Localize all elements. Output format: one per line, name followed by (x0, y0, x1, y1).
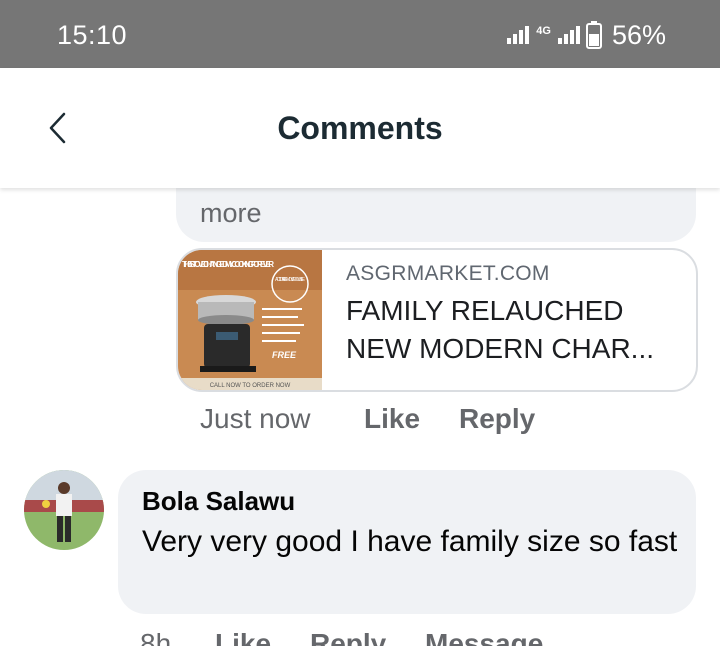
thumb-bottom-banner: CALL NOW TO ORDER NOW (210, 383, 291, 389)
link-title-line-1: FAMILY RELAUCHED (346, 295, 624, 326)
battery-percent: 56% (611, 19, 666, 50)
previous-comment-actions: Just now Like Reply (0, 403, 720, 443)
comments-list[interactable]: more THIS STOVE CHANGED MY COOKING FOREV… (0, 188, 720, 646)
status-time: 15:10 (57, 20, 128, 50)
previous-comment-bubble: more (176, 188, 696, 242)
stove-product-image: THIS STOVE CHANGED MY COOKING FOREVER AC… (178, 250, 322, 390)
see-more-link[interactable]: more (200, 198, 262, 229)
signal-4g-icon (557, 26, 580, 44)
comment-time: 8h (140, 628, 172, 646)
link-domain: ASGRMARKET.COM (346, 262, 550, 285)
network-type-label: 4G (536, 25, 551, 37)
battery-icon (585, 21, 602, 49)
thumb-caption: THIS STOVE CHANGED MY COOKING FOREVER (182, 260, 274, 269)
link-thumbnail: THIS STOVE CHANGED MY COOKING FOREVER AC… (178, 250, 322, 390)
thumb-free-label: FREE (272, 350, 297, 360)
reply-button[interactable]: Reply (310, 628, 386, 646)
thumb-badge: ACTION! REMOVE DOUBLE (275, 277, 306, 283)
status-indicators: 4G 56% (507, 18, 666, 52)
comment-author[interactable]: Bola Salawu (142, 486, 295, 517)
message-button[interactable]: Message (425, 628, 543, 646)
comment-timestamp: Just now (200, 403, 311, 434)
like-button[interactable]: Like (215, 628, 271, 646)
signal-icon (507, 26, 530, 44)
like-button[interactable]: Like (364, 403, 420, 435)
page-title: Comments (277, 110, 443, 146)
reply-button[interactable]: Reply (459, 403, 535, 435)
link-title-line-2: NEW MODERN CHAR... (346, 333, 654, 364)
comment-actions: 8h Like Reply Message (0, 628, 720, 646)
comment-text: Very very good I have family size so fas… (142, 525, 678, 558)
link-preview-card[interactable]: THIS STOVE CHANGED MY COOKING FOREVER AC… (176, 248, 698, 392)
status-bar: 15:10 4G 56% (0, 0, 720, 68)
link-title: FAMILY RELAUCHED NEW MODERN CHAR... (346, 292, 676, 368)
comments-header: Comments (0, 68, 720, 188)
avatar[interactable] (24, 470, 104, 550)
user-avatar-image (24, 470, 104, 550)
comment-bubble[interactable]: Bola Salawu Very very good I have family… (118, 470, 696, 614)
